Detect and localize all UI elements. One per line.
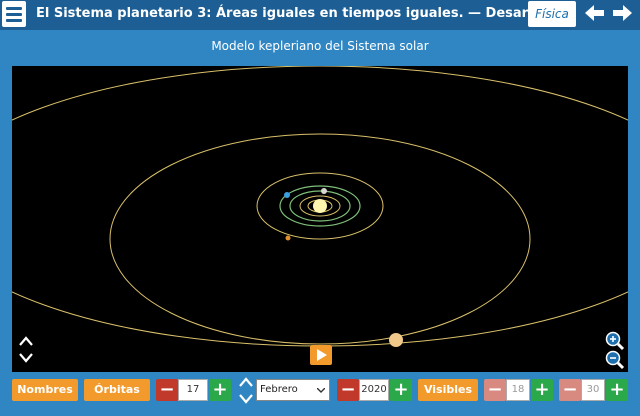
- month-select[interactable]: Febrero: [256, 379, 330, 401]
- zoom-out-icon[interactable]: [605, 350, 625, 370]
- solar-system-canvas[interactable]: [12, 66, 628, 372]
- visible-max-decrement-button[interactable]: −: [559, 379, 581, 401]
- scroll-up-icon[interactable]: [18, 334, 34, 348]
- arrow-right-icon[interactable]: [612, 4, 632, 22]
- visible-min-decrement-button[interactable]: −: [484, 379, 506, 401]
- day-field[interactable]: 17: [178, 379, 208, 401]
- visible-max-field[interactable]: 30: [581, 379, 605, 401]
- day-increment-button[interactable]: +: [209, 379, 231, 401]
- page-title: El Sistema planetario 3: Áreas iguales e…: [36, 6, 562, 21]
- month-up-icon[interactable]: [238, 375, 254, 389]
- hamburger-icon[interactable]: [2, 1, 26, 27]
- arrow-left-icon[interactable]: [585, 4, 605, 22]
- month-select-value: Febrero: [260, 384, 298, 395]
- visible-max-increment-button[interactable]: +: [606, 379, 628, 401]
- year-increment-button[interactable]: +: [390, 379, 412, 401]
- names-button[interactable]: Nombres: [12, 379, 78, 401]
- subject-link[interactable]: Física: [528, 1, 576, 27]
- chevron-down-icon: [317, 388, 325, 393]
- month-down-icon[interactable]: [238, 392, 254, 406]
- orbits-button[interactable]: Órbitas: [84, 379, 150, 401]
- year-decrement-button[interactable]: −: [337, 379, 359, 401]
- sun: [313, 199, 327, 213]
- play-icon: [317, 349, 327, 361]
- visible-min-field[interactable]: 18: [506, 379, 530, 401]
- planet-mars: [285, 235, 291, 241]
- day-decrement-button[interactable]: −: [156, 379, 178, 401]
- zoom-in-icon[interactable]: [605, 331, 625, 351]
- planet-earth: [284, 192, 290, 198]
- planet-venus: [321, 188, 327, 194]
- orbit-diagram: [12, 66, 628, 347]
- visible-button[interactable]: Visibles: [418, 379, 478, 401]
- planet-saturn: [389, 333, 403, 347]
- visible-min-increment-button[interactable]: +: [531, 379, 553, 401]
- top-bar: El Sistema planetario 3: Áreas iguales e…: [0, 0, 640, 30]
- scroll-down-icon[interactable]: [18, 351, 34, 365]
- play-button[interactable]: [310, 345, 332, 365]
- simulation-title: Modelo kepleriano del Sistema solar: [211, 39, 429, 53]
- year-field[interactable]: 2020: [359, 379, 389, 401]
